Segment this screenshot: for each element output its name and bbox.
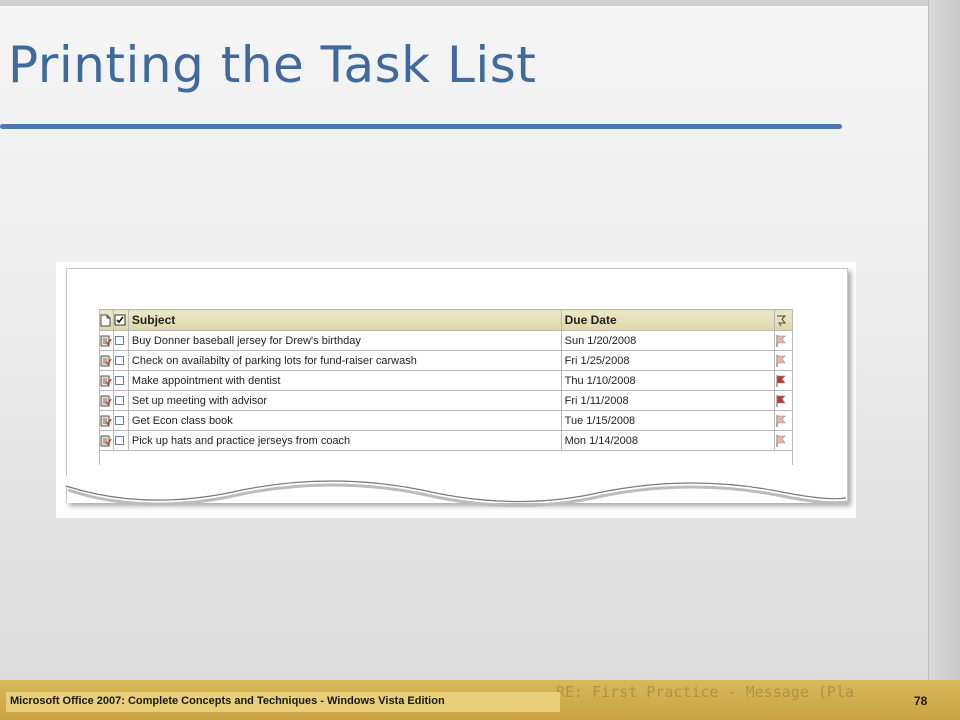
task-icon xyxy=(98,410,115,431)
task-icon xyxy=(98,430,115,451)
checkbox-icon xyxy=(113,430,129,451)
task-icon xyxy=(98,370,115,391)
task-subject: Make appointment with dentist xyxy=(127,370,562,391)
task-subject: Pick up hats and practice jerseys from c… xyxy=(127,430,562,451)
slide-number: 78 xyxy=(914,694,928,708)
checkbox-icon xyxy=(113,330,129,351)
torn-page-edge xyxy=(65,476,849,507)
task-icon xyxy=(98,390,115,411)
task-due-date: Tue 1/15/2008 xyxy=(560,410,776,431)
checkbox-icon xyxy=(113,370,129,391)
task-list-figure: Subject Due Date Buy Donner baseball jer… xyxy=(56,262,856,518)
table-row: Make appointment with dentist Thu 1/10/20… xyxy=(98,370,793,391)
document-icon xyxy=(98,309,115,331)
task-due-date: Fri 1/11/2008 xyxy=(560,390,776,411)
task-rows: Buy Donner baseball jersey for Drew's bi… xyxy=(98,330,793,451)
flag-icon xyxy=(774,410,793,431)
subject-column-header: Subject xyxy=(127,309,562,331)
task-icon xyxy=(98,330,115,351)
due-date-column-header: Due Date xyxy=(560,309,776,331)
flag-icon xyxy=(774,430,793,451)
title-underline xyxy=(0,124,842,129)
task-table: Subject Due Date Buy Donner baseball jer… xyxy=(98,309,793,465)
task-subject: Check on availabilty of parking lots for… xyxy=(127,350,562,371)
task-due-date: Sun 1/20/2008 xyxy=(560,330,776,351)
top-rule xyxy=(0,0,960,6)
task-icon xyxy=(98,350,115,371)
flag-icon xyxy=(774,330,793,351)
task-subject: Set up meeting with advisor xyxy=(127,390,562,411)
slide-title: Printing the Task List xyxy=(8,36,537,94)
checkbox-icon xyxy=(113,390,129,411)
checkbox-icon xyxy=(113,350,129,371)
flag-icon xyxy=(774,390,793,411)
task-subject: Buy Donner baseball jersey for Drew's bi… xyxy=(127,330,562,351)
task-due-date: Fri 1/25/2008 xyxy=(560,350,776,371)
table-row: Get Econ class book Tue 1/15/2008 xyxy=(98,410,793,431)
table-row: Set up meeting with advisor Fri 1/11/2008 xyxy=(98,390,793,411)
task-due-date: Mon 1/14/2008 xyxy=(560,430,776,451)
task-subject: Get Econ class book xyxy=(127,410,562,431)
flag-icon xyxy=(774,350,793,371)
checkbox-icon xyxy=(113,309,129,331)
right-edge-bar xyxy=(928,0,960,720)
table-header-row: Subject Due Date xyxy=(98,309,793,331)
table-empty-space xyxy=(99,450,793,465)
table-row: Check on availabilty of parking lots for… xyxy=(98,350,793,371)
checkbox-icon xyxy=(113,410,129,431)
task-due-date: Thu 1/10/2008 xyxy=(560,370,776,391)
table-row: Buy Donner baseball jersey for Drew's bi… xyxy=(98,330,793,351)
footer-ghost-caption: RE: First Practice - Message (Plain Te xyxy=(556,683,856,701)
flag-icon xyxy=(774,370,793,391)
table-row: Pick up hats and practice jerseys from c… xyxy=(98,430,793,451)
footer-text: Microsoft Office 2007: Complete Concepts… xyxy=(10,695,445,707)
flag-icon xyxy=(774,309,793,331)
